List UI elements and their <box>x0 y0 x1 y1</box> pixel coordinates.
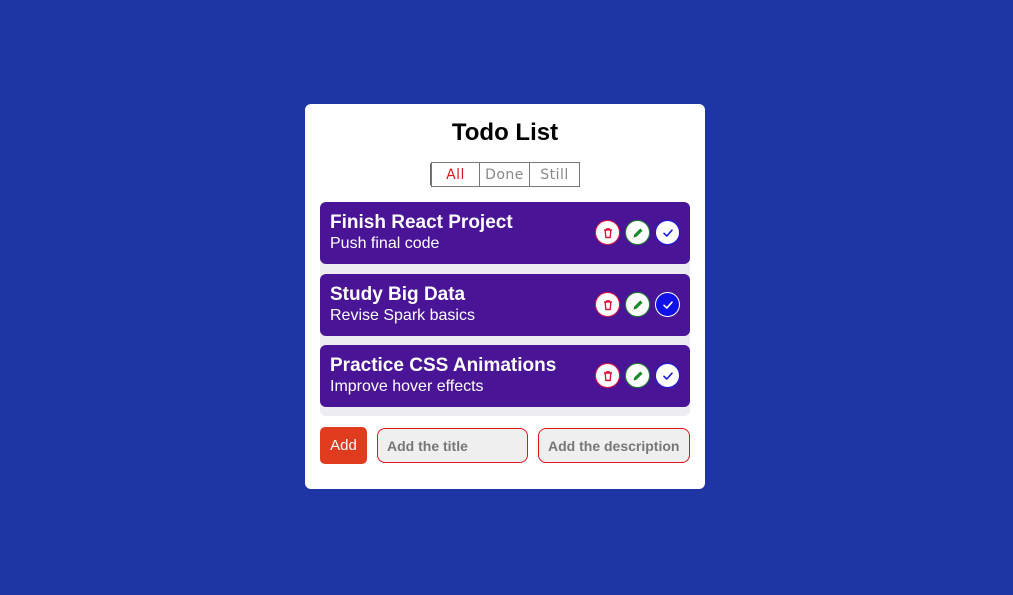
description-input[interactable] <box>538 428 690 463</box>
add-button[interactable]: Add <box>320 427 367 464</box>
delete-button[interactable] <box>595 220 620 245</box>
pencil-icon <box>633 371 642 380</box>
todo-title: Finish React Project <box>330 212 513 233</box>
filter-all-button[interactable]: All <box>431 162 480 187</box>
todo-list: Finish React Project Push final code Stu… <box>320 202 690 416</box>
edit-button[interactable] <box>625 363 650 388</box>
trash-icon <box>603 370 612 381</box>
check-icon <box>662 228 673 237</box>
todo-description: Revise Spark basics <box>330 307 475 324</box>
todo-description: Push final code <box>330 235 440 252</box>
todo-item: Finish React Project Push final code <box>320 202 690 264</box>
trash-icon <box>603 227 612 238</box>
trash-icon <box>603 299 612 310</box>
filter-still-button[interactable]: Still <box>529 162 580 187</box>
edit-button[interactable] <box>625 220 650 245</box>
filter-group: All Done Still <box>430 162 580 187</box>
todo-card: Todo List All Done Still Finish React Pr… <box>305 104 705 489</box>
todo-item: Study Big Data Revise Spark basics <box>320 274 690 336</box>
filter-done-button[interactable]: Done <box>479 162 530 187</box>
page-title: Todo List <box>451 119 559 146</box>
edit-button[interactable] <box>625 292 650 317</box>
todo-title: Study Big Data <box>330 284 466 305</box>
todo-description: Improve hover effects <box>330 378 484 395</box>
pencil-icon <box>633 300 642 309</box>
pencil-icon <box>633 228 642 237</box>
title-input[interactable] <box>377 428 528 463</box>
complete-button[interactable] <box>655 292 680 317</box>
complete-button[interactable] <box>655 363 680 388</box>
check-icon <box>662 371 673 380</box>
todo-item: Practice CSS Animations Improve hover ef… <box>320 345 690 407</box>
todo-title: Practice CSS Animations <box>330 355 557 376</box>
delete-button[interactable] <box>595 363 620 388</box>
check-icon <box>662 300 673 309</box>
delete-button[interactable] <box>595 292 620 317</box>
complete-button[interactable] <box>655 220 680 245</box>
